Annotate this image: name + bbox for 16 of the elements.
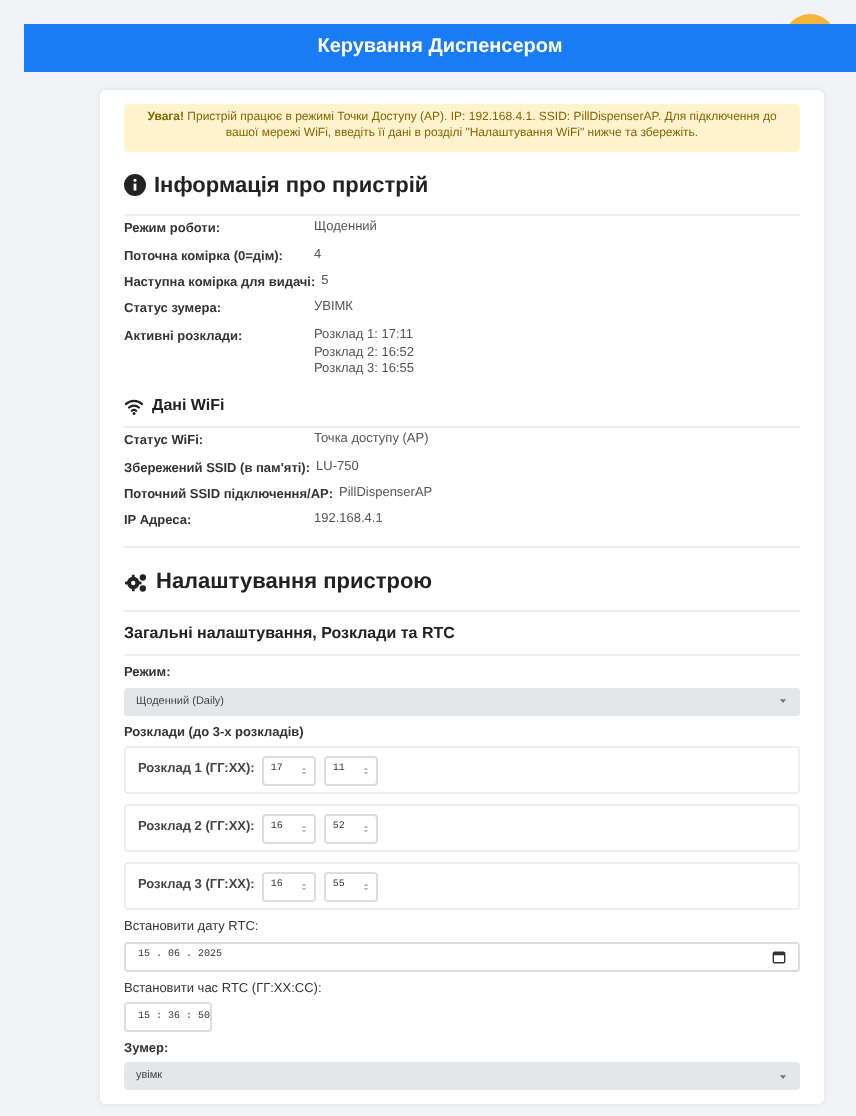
spinner-icon (362, 763, 371, 778)
section-title: Налаштування пристрою (156, 567, 433, 598)
spinner-icon (300, 879, 309, 894)
caret-icon (778, 696, 788, 707)
section-title: Дані WiFi (152, 394, 225, 419)
spinner-icon (362, 821, 371, 836)
info-icon (124, 174, 146, 197)
calendar-icon (772, 949, 786, 964)
wifi-icon (124, 396, 144, 417)
spinner-icon (362, 879, 371, 894)
caret-icon (778, 1071, 788, 1082)
section-title: Інформація про пристрій (154, 171, 429, 202)
spinner-icon (300, 821, 309, 836)
subsection-title: Загальні налаштування, Розклади та RTC (124, 612, 800, 657)
spinner-icon (300, 763, 309, 778)
page-header: Керування Диспенсером (24, 24, 856, 72)
